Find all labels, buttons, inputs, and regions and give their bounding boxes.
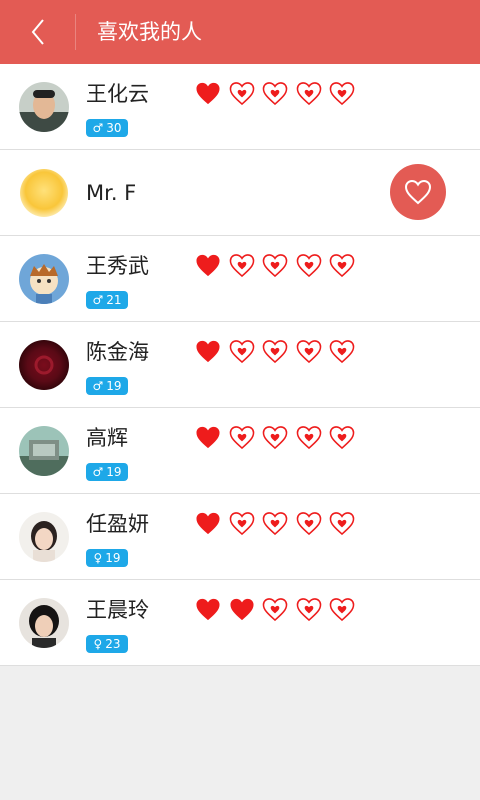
heart-outline-icon bbox=[262, 426, 288, 450]
age: 19 bbox=[106, 379, 122, 393]
gender-age-badge: ♂ 19 bbox=[86, 463, 128, 481]
age: 19 bbox=[105, 551, 121, 565]
list-item[interactable]: 王秀武 ♂ 21 bbox=[0, 236, 480, 322]
heart-outline-icon bbox=[229, 512, 254, 536]
heart-rating bbox=[194, 81, 356, 106]
heart-filled-icon bbox=[196, 340, 220, 363]
list-item[interactable]: 王化云 ♂ 30 bbox=[0, 64, 480, 150]
user-name: Mr. F bbox=[86, 181, 137, 205]
heart-rating bbox=[194, 425, 356, 450]
avatar bbox=[19, 82, 69, 132]
avatar bbox=[19, 512, 69, 562]
heart-filled-icon bbox=[196, 254, 220, 277]
avatar bbox=[19, 340, 69, 390]
heart-outline-icon bbox=[404, 179, 432, 205]
male-icon: ♂ bbox=[92, 465, 104, 479]
heart-outline-icon bbox=[262, 598, 288, 622]
heart-rating bbox=[194, 339, 356, 364]
user-name: 高辉 bbox=[86, 426, 128, 450]
avatar bbox=[19, 426, 69, 476]
liker-list: 王化云 ♂ 30 Mr. F 王秀武 ♂ 21 陈金海 ♂ 19 高辉 ♂ 19… bbox=[0, 64, 480, 666]
list-item[interactable]: 陈金海 ♂ 19 bbox=[0, 322, 480, 408]
gender-age-badge: ♀ 19 bbox=[86, 549, 128, 567]
heart-filled-icon bbox=[196, 598, 220, 621]
age: 19 bbox=[106, 465, 122, 479]
user-name: 陈金海 bbox=[86, 340, 149, 364]
user-name: 王秀武 bbox=[86, 254, 149, 278]
heart-filled-icon bbox=[196, 426, 220, 449]
list-item[interactable]: 高辉 ♂ 19 bbox=[0, 408, 480, 494]
heart-outline-icon bbox=[329, 426, 355, 450]
heart-filled-icon bbox=[196, 512, 220, 535]
heart-outline-icon bbox=[229, 426, 254, 450]
heart-outline-icon bbox=[262, 254, 288, 278]
gender-age-badge: ♂ 19 bbox=[86, 377, 128, 395]
heart-outline-icon bbox=[329, 82, 355, 106]
like-button[interactable] bbox=[390, 164, 446, 220]
user-name: 任盈妍 bbox=[86, 512, 149, 536]
heart-outline-icon bbox=[229, 82, 254, 106]
heart-outline-icon bbox=[296, 426, 321, 450]
heart-outline-icon bbox=[329, 340, 355, 364]
female-icon: ♀ bbox=[93, 551, 103, 565]
heart-outline-icon bbox=[329, 512, 355, 536]
age: 21 bbox=[106, 293, 122, 307]
back-button[interactable] bbox=[0, 0, 76, 64]
heart-rating bbox=[194, 253, 356, 278]
gender-age-badge: ♂ 30 bbox=[86, 119, 128, 137]
user-name: 王晨玲 bbox=[86, 598, 149, 622]
gender-age-badge: ♀ 23 bbox=[86, 635, 128, 653]
male-icon: ♂ bbox=[92, 121, 104, 135]
heart-outline-icon bbox=[262, 512, 288, 536]
avatar bbox=[19, 254, 69, 304]
heart-outline-icon bbox=[229, 254, 254, 278]
heart-outline-icon bbox=[229, 340, 254, 364]
header-divider bbox=[75, 14, 76, 50]
male-icon: ♂ bbox=[92, 379, 104, 393]
heart-rating bbox=[194, 511, 356, 536]
avatar bbox=[19, 598, 69, 648]
heart-outline-icon bbox=[262, 82, 288, 106]
heart-outline-icon bbox=[329, 598, 355, 622]
user-name: 王化云 bbox=[86, 82, 149, 106]
list-item[interactable]: 任盈妍 ♀ 19 bbox=[0, 494, 480, 580]
female-icon: ♀ bbox=[93, 637, 103, 651]
heart-outline-icon bbox=[296, 254, 321, 278]
age: 23 bbox=[105, 637, 121, 651]
age: 30 bbox=[106, 121, 122, 135]
heart-outline-icon bbox=[296, 512, 321, 536]
heart-outline-icon bbox=[329, 254, 355, 278]
gender-age-badge: ♂ 21 bbox=[86, 291, 128, 309]
app-header: 喜欢我的人 bbox=[0, 0, 480, 64]
avatar bbox=[19, 168, 69, 218]
list-item[interactable]: Mr. F bbox=[0, 150, 480, 236]
list-item[interactable]: 王晨玲 ♀ 23 bbox=[0, 580, 480, 666]
chevron-left-icon bbox=[31, 19, 44, 45]
page-title: 喜欢我的人 bbox=[97, 20, 202, 44]
heart-outline-icon bbox=[296, 598, 321, 622]
heart-outline-icon bbox=[262, 340, 288, 364]
heart-filled-icon bbox=[229, 598, 254, 621]
heart-rating bbox=[194, 597, 356, 622]
heart-outline-icon bbox=[296, 340, 321, 364]
heart-outline-icon bbox=[296, 82, 321, 106]
heart-filled-icon bbox=[196, 82, 220, 105]
male-icon: ♂ bbox=[92, 293, 104, 307]
